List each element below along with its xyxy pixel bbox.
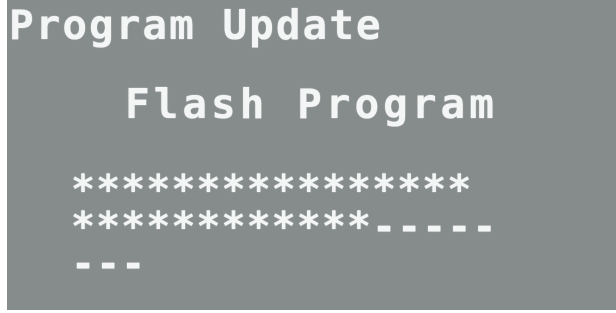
screen-subtitle: Flash Program <box>125 80 498 128</box>
screen-title: Program Update <box>9 1 383 49</box>
progress-line-3: --- <box>71 241 147 287</box>
lcd-display: Program Update Flash Program ***********… <box>0 0 616 313</box>
